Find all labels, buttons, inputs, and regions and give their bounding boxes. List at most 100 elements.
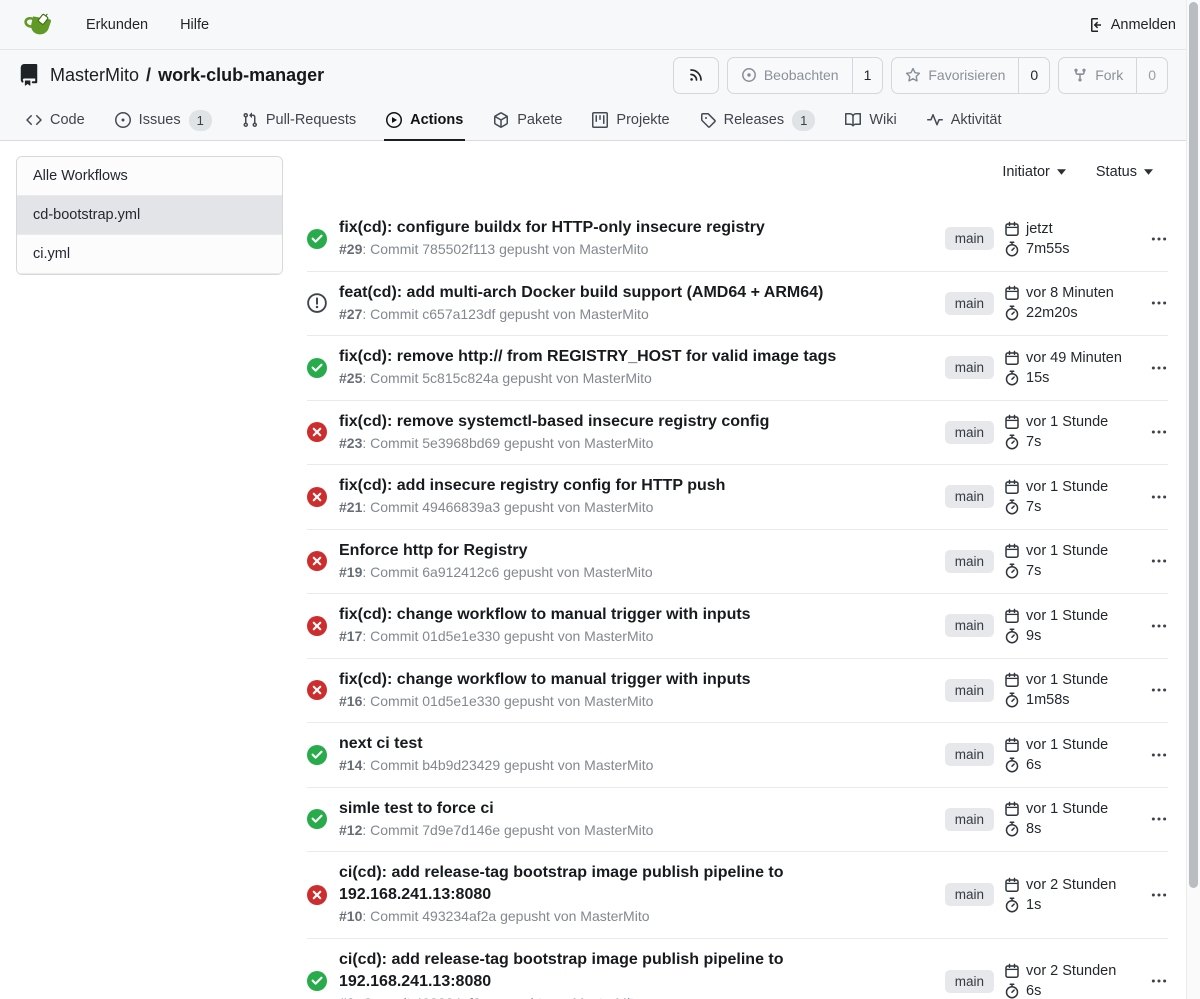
branch-badge[interactable]: main bbox=[945, 292, 994, 315]
branch-badge[interactable]: main bbox=[945, 743, 994, 766]
tab-packages[interactable]: Pakete bbox=[491, 100, 564, 140]
run-title-link[interactable]: fix(cd): change workflow to manual trigg… bbox=[339, 604, 939, 626]
workflow-run-row: ci(cd): add release-tag bootstrap image … bbox=[307, 852, 1168, 939]
failure-x-icon bbox=[307, 885, 327, 905]
tab-releases-label: Releases bbox=[724, 112, 784, 128]
issue-icon bbox=[115, 112, 131, 128]
play-circle-icon bbox=[386, 112, 402, 128]
workflow-sidebar-item[interactable]: Alle Workflows bbox=[17, 157, 282, 196]
branch-badge[interactable]: main bbox=[945, 550, 994, 573]
watch-button[interactable]: Beobachten 1 bbox=[727, 57, 884, 94]
run-actions-menu-button[interactable] bbox=[1132, 488, 1168, 506]
run-title-link[interactable]: fix(cd): remove systemctl-based insecure… bbox=[339, 411, 939, 433]
run-actions-menu-button[interactable] bbox=[1132, 886, 1168, 904]
branch-badge[interactable]: main bbox=[945, 970, 994, 993]
stopwatch-icon bbox=[1004, 305, 1020, 321]
run-branch-column: main bbox=[945, 808, 994, 831]
run-title-link[interactable]: fix(cd): change workflow to manual trigg… bbox=[339, 669, 939, 691]
run-title-link[interactable]: next ci test bbox=[339, 733, 939, 755]
tab-releases[interactable]: Releases 1 bbox=[698, 100, 818, 140]
watch-icon bbox=[741, 67, 757, 83]
repo-owner-link[interactable]: MasterMito bbox=[50, 65, 139, 85]
signin-link[interactable]: Anmelden bbox=[1088, 17, 1176, 33]
run-number: #19 bbox=[339, 564, 362, 580]
status-filter-dropdown[interactable]: Status bbox=[1096, 164, 1153, 180]
run-status-icon bbox=[307, 745, 327, 765]
tab-pull-requests-label: Pull-Requests bbox=[266, 112, 356, 128]
tab-projects[interactable]: Projekte bbox=[590, 100, 671, 140]
branch-badge[interactable]: main bbox=[945, 485, 994, 508]
watch-count[interactable]: 1 bbox=[852, 58, 883, 93]
tag-icon bbox=[700, 112, 716, 128]
run-duration: 1m58s bbox=[1026, 692, 1070, 708]
scrollbar-thumb[interactable] bbox=[1189, 2, 1198, 888]
run-actions-menu-button[interactable] bbox=[1132, 617, 1168, 635]
branch-badge[interactable]: main bbox=[945, 421, 994, 444]
branch-badge[interactable]: main bbox=[945, 614, 994, 637]
run-time-column: jetzt 7m55s bbox=[1004, 221, 1132, 257]
run-commit-text: : Commit 5c815c824a gepusht von MasterMi… bbox=[362, 370, 651, 386]
run-actions-menu-button[interactable] bbox=[1132, 681, 1168, 699]
run-title-link[interactable]: ci(cd): add release-tag bootstrap image … bbox=[339, 862, 939, 906]
repo-name-link[interactable]: work-club-manager bbox=[158, 65, 324, 85]
rss-button[interactable] bbox=[673, 57, 719, 94]
workflow-sidebar-item[interactable]: cd-bootstrap.yml bbox=[17, 196, 282, 235]
sign-in-icon bbox=[1088, 17, 1104, 33]
run-actions-menu-button[interactable] bbox=[1132, 810, 1168, 828]
fork-button[interactable]: Fork 0 bbox=[1058, 57, 1168, 94]
run-number: #12 bbox=[339, 822, 362, 838]
run-title-link[interactable]: fix(cd): add insecure registry config fo… bbox=[339, 475, 939, 497]
run-branch-column: main bbox=[945, 679, 994, 702]
star-count[interactable]: 0 bbox=[1018, 58, 1049, 93]
tab-issues[interactable]: Issues 1 bbox=[113, 100, 214, 140]
run-title-link[interactable]: fix(cd): configure buildx for HTTP-only … bbox=[339, 217, 939, 239]
run-actions-menu-button[interactable] bbox=[1132, 746, 1168, 764]
run-commit-text: : Commit 493234af2a gepusht von MasterMi… bbox=[362, 908, 649, 924]
run-commit-text: : Commit 01d5e1e330 gepusht von MasterMi… bbox=[362, 693, 653, 709]
issues-count-badge: 1 bbox=[189, 110, 212, 131]
run-title-link[interactable]: fix(cd): remove http:// from REGISTRY_HO… bbox=[339, 346, 939, 368]
tab-wiki[interactable]: Wiki bbox=[843, 100, 898, 140]
page-scrollbar[interactable] bbox=[1186, 0, 1200, 999]
workflow-sidebar-item[interactable]: ci.yml bbox=[17, 235, 282, 274]
tab-activity[interactable]: Aktivität bbox=[925, 100, 1004, 140]
tab-code[interactable]: Code bbox=[24, 100, 87, 140]
run-time-column: vor 49 Minuten 15s bbox=[1004, 350, 1132, 386]
nav-help-link[interactable]: Hilfe bbox=[180, 17, 209, 33]
signin-label: Anmelden bbox=[1111, 17, 1176, 33]
stopwatch-icon bbox=[1004, 983, 1020, 999]
run-actions-menu-button[interactable] bbox=[1132, 359, 1168, 377]
kebab-horizontal-icon bbox=[1150, 423, 1168, 441]
tab-pull-requests[interactable]: Pull-Requests bbox=[240, 100, 358, 140]
nav-explore-link[interactable]: Erkunden bbox=[86, 17, 148, 33]
kebab-horizontal-icon bbox=[1150, 230, 1168, 248]
run-commit-info: #10: Commit 493234af2a gepusht von Maste… bbox=[339, 906, 939, 927]
run-duration: 22m20s bbox=[1026, 305, 1078, 321]
fork-count[interactable]: 0 bbox=[1136, 58, 1167, 93]
run-actions-menu-button[interactable] bbox=[1132, 423, 1168, 441]
run-title-link[interactable]: feat(cd): add multi-arch Docker build su… bbox=[339, 282, 939, 304]
run-title-link[interactable]: simle test to force ci bbox=[339, 798, 939, 820]
run-commit-text: : Commit 01d5e1e330 gepusht von MasterMi… bbox=[362, 628, 653, 644]
releases-count-badge: 1 bbox=[792, 110, 815, 131]
branch-badge[interactable]: main bbox=[945, 883, 994, 906]
calendar-icon bbox=[1004, 608, 1020, 624]
run-actions-menu-button[interactable] bbox=[1132, 230, 1168, 248]
run-actions-menu-button[interactable] bbox=[1132, 552, 1168, 570]
initiator-filter-dropdown[interactable]: Initiator bbox=[1002, 164, 1066, 180]
branch-badge[interactable]: main bbox=[945, 679, 994, 702]
branch-badge[interactable]: main bbox=[945, 227, 994, 250]
run-actions-menu-button[interactable] bbox=[1132, 294, 1168, 312]
stopwatch-icon bbox=[1004, 241, 1020, 257]
tab-actions[interactable]: Actions bbox=[384, 100, 465, 140]
run-title-link[interactable]: Enforce http for Registry bbox=[339, 540, 939, 562]
workflow-run-row: next ci test #14: Commit b4b9d23429 gepu… bbox=[307, 723, 1168, 788]
branch-badge[interactable]: main bbox=[945, 808, 994, 831]
star-button[interactable]: Favorisieren 0 bbox=[891, 57, 1050, 94]
run-actions-menu-button[interactable] bbox=[1132, 972, 1168, 990]
gitea-logo[interactable] bbox=[24, 9, 55, 40]
failure-x-icon bbox=[307, 422, 327, 442]
run-title-link[interactable]: ci(cd): add release-tag bootstrap image … bbox=[339, 949, 939, 993]
branch-badge[interactable]: main bbox=[945, 356, 994, 379]
run-branch-column: main bbox=[945, 292, 994, 315]
